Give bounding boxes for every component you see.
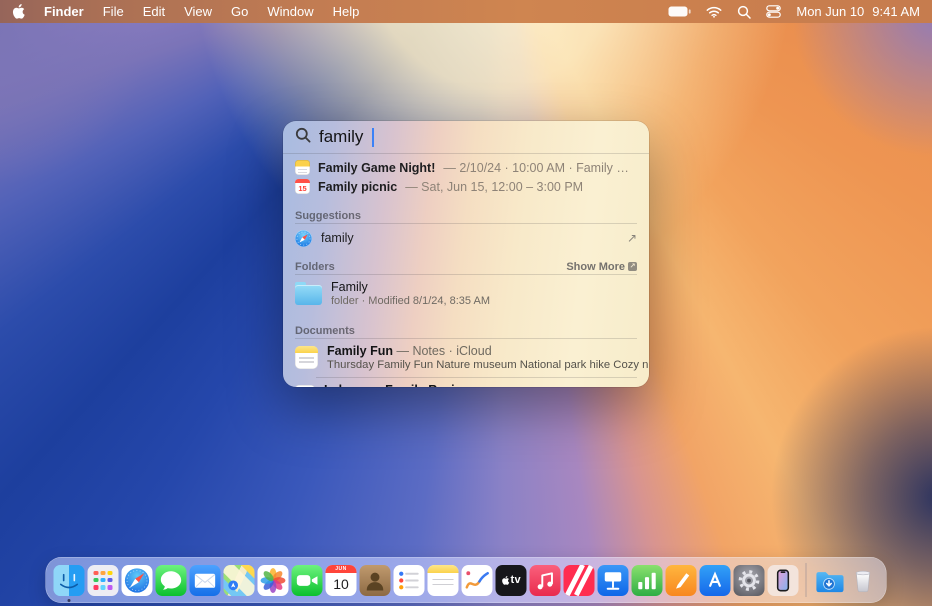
dock-reminders-icon[interactable] — [394, 565, 425, 596]
top-hit-row[interactable]: Family Game Night! — 2/10/24 · 10:00 AM … — [295, 158, 637, 177]
menu-bar: Finder File Edit View Go Window Help Mon… — [0, 0, 932, 23]
document-title: Lebanese Family Recipes.pages — [324, 383, 516, 387]
suggestions-section-header: Suggestions — [295, 208, 637, 223]
apple-menu-icon[interactable] — [12, 4, 25, 19]
dock-maps-icon[interactable] — [224, 565, 255, 596]
document-result-row[interactable]: Family Fun — Notes · iCloud Thursday Fam… — [283, 339, 649, 377]
text-caret — [372, 128, 374, 147]
wifi-icon[interactable] — [706, 6, 722, 18]
search-query-text: family — [319, 127, 363, 147]
dock-music-icon[interactable] — [530, 565, 561, 596]
dock-launchpad-icon[interactable] — [88, 565, 119, 596]
dock-messages-icon[interactable] — [156, 565, 187, 596]
menubar-time: 9:41 AM — [872, 4, 920, 19]
dock-calendar-icon[interactable]: JUN10 — [326, 565, 357, 596]
menu-edit[interactable]: Edit — [143, 4, 165, 19]
dock-news-icon[interactable] — [564, 565, 595, 596]
expand-icon: ↗ — [628, 262, 637, 271]
top-hit-title: Family Game Night! — [318, 161, 435, 175]
document-title: Family Fun — Notes · iCloud — [327, 344, 649, 358]
dock-freeform-icon[interactable] — [462, 565, 493, 596]
note-icon — [295, 160, 310, 175]
menubar-clock[interactable]: Mon Jun 10 9:41 AM — [796, 4, 920, 19]
control-center-icon[interactable] — [766, 5, 781, 18]
dock-mail-icon[interactable] — [190, 565, 221, 596]
document-subtitle: Thursday Family Fun Nature museum Nation… — [327, 359, 649, 371]
show-more-button[interactable]: Show More ↗ — [566, 261, 637, 273]
search-icon — [295, 127, 311, 148]
top-hit-title: Family picnic — [318, 180, 397, 194]
dock-separator — [806, 563, 807, 597]
documents-section-header: Documents — [295, 323, 637, 338]
dock-notes-icon[interactable] — [428, 565, 459, 596]
calendar-event-icon: 15 — [295, 179, 310, 194]
dock-downloads-icon[interactable] — [814, 565, 845, 596]
web-suggestion-row[interactable]: family ↗ — [283, 225, 649, 251]
dock-safari-icon[interactable] — [122, 565, 153, 596]
dock-tv-icon[interactable]: tv — [496, 565, 527, 596]
folders-section-header: Folders Show More ↗ — [295, 259, 637, 274]
menu-file[interactable]: File — [103, 4, 124, 19]
top-hit-detail: — 2/10/24 · 10:00 AM · Family Game Night… — [443, 161, 637, 175]
dock-photos-icon[interactable] — [258, 565, 289, 596]
dock-contacts-icon[interactable] — [360, 565, 391, 596]
menubar-app-name[interactable]: Finder — [44, 4, 84, 19]
dock-settings-icon[interactable] — [734, 565, 765, 596]
document-result-row[interactable]: Lebanese Family Recipes.pages ▪▪▪▪▪ ▪▪▪▪… — [283, 378, 649, 387]
battery-icon[interactable] — [668, 6, 691, 17]
dock-keynote-icon[interactable] — [598, 565, 629, 596]
dock-appstore-icon[interactable] — [700, 565, 731, 596]
suggestion-text: family — [321, 231, 354, 245]
folder-icon — [295, 285, 322, 305]
dock-pages-icon[interactable] — [666, 565, 697, 596]
folder-result-row[interactable]: Family folder · Modified 8/1/24, 8:35 AM — [283, 275, 649, 313]
spotlight-search-field[interactable]: family — [283, 121, 649, 153]
menu-window[interactable]: Window — [267, 4, 313, 19]
menu-help[interactable]: Help — [333, 4, 360, 19]
dock-numbers-icon[interactable] — [632, 565, 663, 596]
notes-document-icon — [295, 346, 318, 369]
open-arrow-icon: ↗ — [627, 231, 637, 245]
dock-facetime-icon[interactable] — [292, 565, 323, 596]
dock-trash-icon[interactable] — [848, 565, 879, 596]
folder-subtitle: folder · Modified 8/1/24, 8:35 AM — [331, 295, 490, 307]
dock-iphone-icon[interactable] — [768, 565, 799, 596]
dock-finder-icon[interactable] — [54, 565, 85, 596]
menu-view[interactable]: View — [184, 4, 212, 19]
dock: JUN10 tv — [46, 557, 887, 603]
spotlight-menu-icon[interactable] — [737, 5, 751, 19]
menu-go[interactable]: Go — [231, 4, 248, 19]
pages-document-icon — [295, 385, 315, 387]
menubar-date: Mon Jun 10 — [796, 4, 864, 19]
spotlight-panel: family Family Game Night! — 2/10/24 · 10… — [283, 121, 649, 387]
folder-title: Family — [331, 280, 490, 294]
top-hit-detail: — Sat, Jun 15, 12:00 – 3:00 PM — [405, 180, 583, 194]
safari-icon — [295, 230, 312, 247]
top-hit-row[interactable]: 15 Family picnic — Sat, Jun 15, 12:00 – … — [295, 177, 637, 196]
